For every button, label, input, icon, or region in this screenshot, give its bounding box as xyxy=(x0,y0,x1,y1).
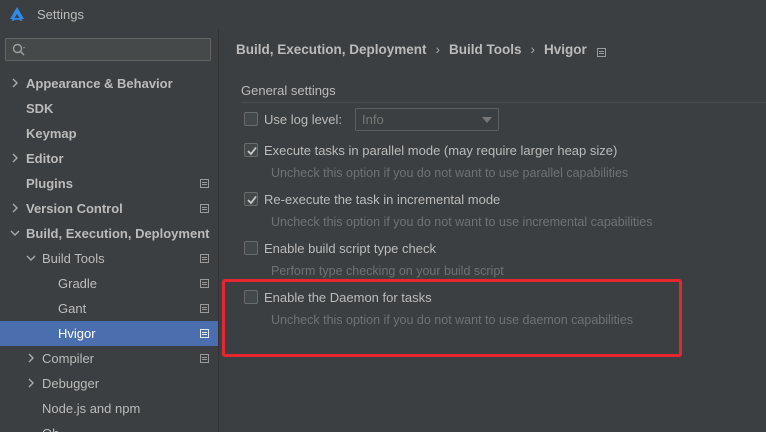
settings-sidebar: Appearance & Behavior SDK Keymap Editor Plug… xyxy=(0,29,219,432)
settings-tree: Appearance & Behavior SDK Keymap Editor Plug… xyxy=(0,71,218,432)
project-settings-icon xyxy=(200,179,209,188)
sidebar-item[interactable]: Build Tools xyxy=(0,246,218,271)
highlight-box xyxy=(222,279,682,357)
log-level-checkbox[interactable] xyxy=(244,112,258,126)
sidebar-item-label: Editor xyxy=(26,151,64,166)
sidebar-item[interactable]: Compiler xyxy=(0,346,218,371)
option-row[interactable]: Enable build script type check xyxy=(244,239,436,257)
sidebar-item[interactable]: Gradle xyxy=(0,271,218,296)
window-title: Settings xyxy=(37,7,84,22)
chevron-right-icon[interactable] xyxy=(10,203,20,213)
sidebar-item-label: SDK xyxy=(26,101,54,116)
chevron-right-icon[interactable] xyxy=(26,353,36,363)
breadcrumb: Build, Execution, Deployment › Build Tools… xyxy=(236,42,606,57)
option-label: Execute tasks in parallel mode (may requ… xyxy=(264,142,618,158)
option-checkbox[interactable] xyxy=(244,241,258,255)
option-hint: Perform type checking on your build scri… xyxy=(271,264,504,278)
sidebar-item[interactable]: Debugger xyxy=(0,371,218,396)
sidebar-item-label: Plugins xyxy=(26,176,73,191)
sidebar-item-label: Oh xyxy=(42,426,59,432)
sidebar-item-label: Gant xyxy=(58,301,87,316)
option-hint: Uncheck this option if you do not want t… xyxy=(271,166,629,180)
sidebar-item[interactable]: Editor xyxy=(0,146,218,171)
sidebar-item[interactable]: Oh xyxy=(0,421,218,432)
option-hint: Uncheck this option if you do not want t… xyxy=(271,215,653,229)
project-settings-icon xyxy=(200,279,209,288)
option-label: Re-execute the task in incremental mode xyxy=(264,191,501,207)
chevron-down-icon[interactable] xyxy=(10,228,20,238)
sidebar-item-label: Keymap xyxy=(26,126,77,141)
project-settings-icon xyxy=(200,354,209,363)
chevron-right-icon[interactable] xyxy=(26,378,36,388)
settings-content: Build, Execution, Deployment › Build Tools… xyxy=(220,29,766,432)
search-input[interactable] xyxy=(5,38,211,61)
option-row[interactable]: Re-execute the task in incremental mode xyxy=(244,190,500,208)
breadcrumb-separator: › xyxy=(435,42,441,57)
sidebar-item[interactable]: Version Control xyxy=(0,196,218,221)
sidebar-item[interactable]: SDK xyxy=(0,96,218,121)
option-label: Enable build script type check xyxy=(264,240,436,256)
project-settings-icon xyxy=(596,45,606,57)
chevron-down-icon xyxy=(482,117,492,123)
section-title: General settings xyxy=(241,83,336,98)
title-bar: Settings xyxy=(0,0,766,29)
log-level-option[interactable]: Use log level: xyxy=(244,110,342,128)
chevron-down-icon[interactable] xyxy=(26,253,36,263)
sidebar-item-label: Appearance & Behavior xyxy=(26,76,173,91)
log-level-value: Info xyxy=(362,112,384,127)
sidebar-item[interactable]: Build, Execution, Deployment xyxy=(0,221,218,246)
sidebar-item-label: Build Tools xyxy=(42,251,105,266)
sidebar-item-label: Debugger xyxy=(42,376,100,391)
sidebar-item-label: Gradle xyxy=(58,276,98,291)
option-checkbox[interactable] xyxy=(244,143,258,157)
log-level-label: Use log level: xyxy=(264,111,343,127)
project-settings-icon xyxy=(200,204,209,213)
project-settings-icon xyxy=(200,329,209,338)
sidebar-item-label: Hvigor xyxy=(58,326,96,341)
chevron-right-icon[interactable] xyxy=(10,153,20,163)
breadcrumb-item[interactable]: Build, Execution, Deployment xyxy=(236,42,427,57)
sidebar-item[interactable]: Plugins xyxy=(0,171,218,196)
option-checkbox[interactable] xyxy=(244,192,258,206)
sidebar-item-label: Build, Execution, Deployment xyxy=(26,226,210,241)
chevron-right-icon[interactable] xyxy=(10,78,20,88)
sidebar-item-label: Compiler xyxy=(42,351,95,366)
search-icon xyxy=(12,43,25,56)
sidebar-item-label: Version Control xyxy=(26,201,123,216)
section-divider xyxy=(241,102,766,103)
sidebar-item[interactable]: Gant xyxy=(0,296,218,321)
sidebar-item[interactable]: Hvigor xyxy=(0,321,218,346)
project-settings-icon xyxy=(200,304,209,313)
breadcrumb-item: Hvigor xyxy=(544,42,587,57)
option-row[interactable]: Execute tasks in parallel mode (may requ… xyxy=(244,141,617,159)
sidebar-item[interactable]: Node.js and npm xyxy=(0,396,218,421)
sidebar-item[interactable]: Appearance & Behavior xyxy=(0,71,218,96)
project-settings-icon xyxy=(200,254,209,263)
breadcrumb-item[interactable]: Build Tools xyxy=(449,42,522,57)
sidebar-item[interactable]: Keymap xyxy=(0,121,218,146)
log-level-select[interactable]: Info xyxy=(355,108,499,131)
breadcrumb-separator: › xyxy=(530,42,536,57)
sidebar-item-label: Node.js and npm xyxy=(42,401,141,416)
harmony-logo-icon xyxy=(10,7,24,22)
